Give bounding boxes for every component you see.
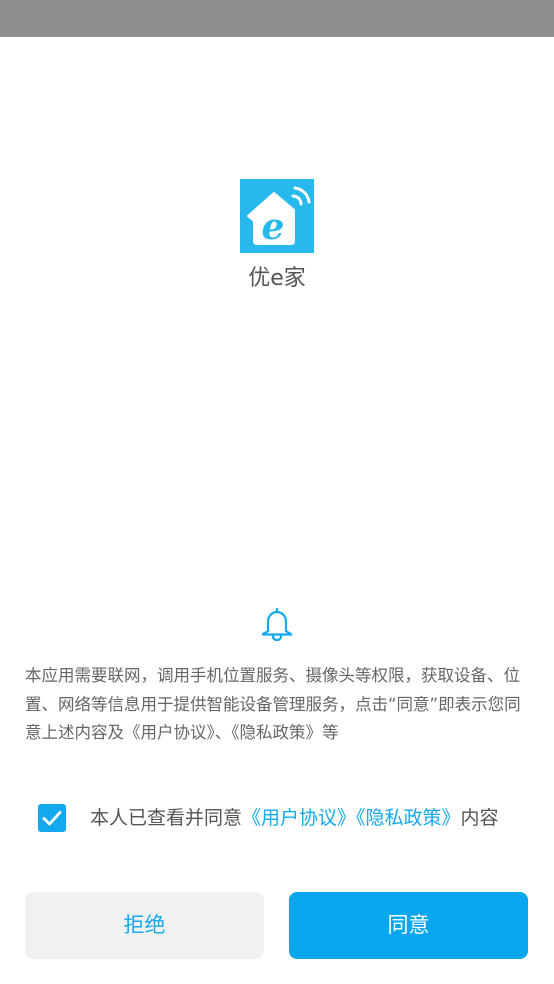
agreement-suffix: 内容 xyxy=(460,807,499,829)
app-name: 优e家 xyxy=(248,266,306,291)
agree-checkbox[interactable] xyxy=(38,804,66,832)
agree-button[interactable]: 同意 xyxy=(289,892,528,959)
bell-icon xyxy=(258,605,296,643)
checkmark-icon xyxy=(42,811,62,826)
app-logo: e xyxy=(240,179,314,253)
user-agreement-link[interactable]: 《用户协议》 xyxy=(242,807,356,829)
logo-letter: e xyxy=(262,206,285,248)
agreement-row: 本人已查看并同意《用户协议》《隐私政策》内容 xyxy=(38,802,538,834)
agreement-prefix: 本人已查看并同意 xyxy=(90,807,243,829)
status-bar xyxy=(0,0,554,37)
permission-notice: 本应用需要联网，调用手机位置服务、摄像头等权限，获取设备、位置、网络等信息用于提… xyxy=(25,666,521,742)
privacy-policy-link[interactable]: 《隐私政策》 xyxy=(356,807,461,829)
agreement-text: 本人已查看并同意《用户协议》《隐私政策》内容 xyxy=(90,802,499,834)
house-wifi-icon: e xyxy=(240,179,314,253)
reject-button[interactable]: 拒绝 xyxy=(25,892,264,959)
